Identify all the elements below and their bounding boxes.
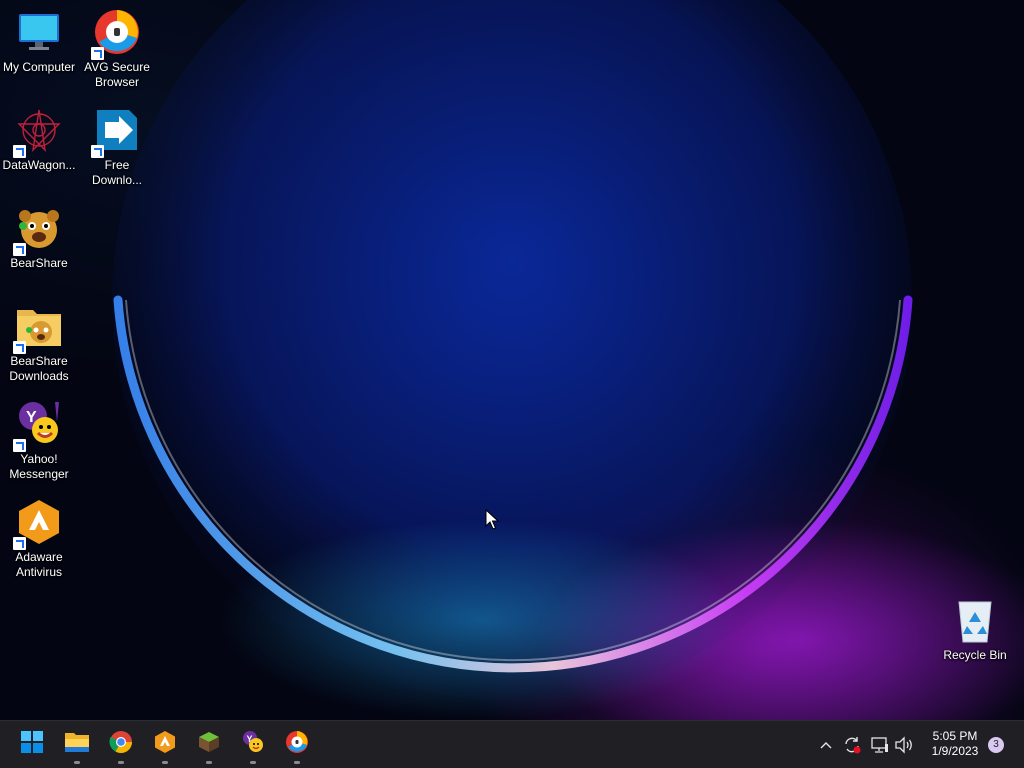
shortcut-arrow-icon: [13, 145, 26, 158]
desktop-icon-datawagon[interactable]: DataWagon...: [0, 106, 78, 173]
taskbar-yahoo-messenger[interactable]: Y: [236, 727, 270, 764]
bearshare-icon: [13, 204, 63, 256]
desktop-icon-label: DataWagon...: [2, 158, 76, 172]
taskbar-file-explorer[interactable]: [60, 727, 94, 764]
desktop-icon-label: Recycle Bin: [943, 648, 1007, 662]
desktop-icon-avg-secure-browser[interactable]: AVG Secure Browser: [78, 8, 156, 90]
minecraft-icon: [197, 730, 221, 759]
clock-date: 1/9/2023: [931, 744, 979, 758]
taskbar-minecraft[interactable]: [192, 727, 226, 764]
shortcut-arrow-icon: [13, 341, 26, 354]
desktop-icon-label: Adaware Antivirus: [15, 550, 63, 579]
recycle-bin-icon: [951, 596, 999, 644]
running-indicator: [250, 761, 256, 764]
taskbar: Y 5:05 PM 1/9/2023 3: [0, 720, 1024, 768]
notification-badge[interactable]: 3: [988, 737, 1004, 753]
desktop-icon-recycle-bin[interactable]: Recycle Bin: [936, 596, 1014, 663]
shortcut-arrow-icon: [13, 439, 26, 452]
desktop-icon-label: AVG Secure Browser: [84, 60, 150, 89]
desktop-icon-label: Free Downlo...: [91, 158, 143, 187]
yahoo-messenger-icon: Y: [13, 400, 63, 452]
avg-browser-icon: [91, 8, 141, 60]
free-download-manager-icon: [91, 106, 141, 158]
windows-start-icon: [20, 730, 44, 759]
desktop-icon-label: BearShare: [10, 256, 68, 270]
sync-tray-icon[interactable]: [842, 735, 862, 755]
yahoo-messenger-icon: Y: [241, 730, 265, 759]
desktop-icon-bearshare[interactable]: BearShare: [0, 204, 78, 271]
taskbar-adaware[interactable]: [148, 727, 182, 764]
sync-error-icon: [845, 737, 861, 754]
datawagon-icon: [13, 106, 63, 158]
monitor-icon: [15, 8, 63, 56]
shortcut-arrow-icon: [13, 537, 26, 550]
taskbar-chrome[interactable]: [104, 727, 138, 764]
taskbar-clock[interactable]: 5:05 PM 1/9/2023: [922, 729, 988, 759]
shortcut-arrow-icon: [13, 243, 26, 256]
clock-time: 5:05 PM: [932, 729, 978, 743]
running-indicator: [74, 761, 80, 764]
chevron-up-icon: [820, 742, 832, 749]
mouse-cursor-icon: [485, 508, 500, 536]
file-explorer-icon: [64, 731, 90, 758]
desktop-icon-yahoo-messenger[interactable]: Y Yahoo! Messenger: [0, 400, 78, 482]
desktop-icon-label: BearShare Downloads: [9, 354, 69, 383]
desktop-icon-my-computer[interactable]: My Computer: [0, 8, 78, 75]
running-indicator: [206, 761, 212, 764]
shortcut-arrow-icon: [91, 47, 104, 60]
volume-tray-icon[interactable]: [894, 735, 914, 755]
desktop-icon-bearshare-downloads[interactable]: BearShare Downloads: [0, 302, 78, 384]
running-indicator: [162, 761, 168, 764]
running-indicator: [294, 761, 300, 764]
chrome-icon: [109, 730, 133, 759]
desktop-icon-label: Yahoo! Messenger: [9, 452, 69, 481]
adaware-icon: [153, 730, 177, 759]
speaker-icon: [895, 736, 912, 754]
start-button[interactable]: [15, 727, 49, 761]
desktop-icon-label: My Computer: [2, 60, 76, 74]
network-icon: [871, 737, 888, 753]
shortcut-arrow-icon: [91, 145, 104, 158]
show-hidden-icons-button[interactable]: [818, 737, 834, 753]
desktop-icon-adaware-antivirus[interactable]: Adaware Antivirus: [0, 498, 78, 580]
desktop-icon-free-download[interactable]: Free Downlo...: [78, 106, 156, 188]
running-indicator: [118, 761, 124, 764]
adaware-icon: [13, 498, 63, 550]
taskbar-avg-browser[interactable]: [280, 727, 314, 764]
avg-browser-icon: [285, 730, 309, 759]
bearshare-folder-icon: [13, 302, 63, 354]
network-tray-icon[interactable]: [870, 735, 890, 755]
